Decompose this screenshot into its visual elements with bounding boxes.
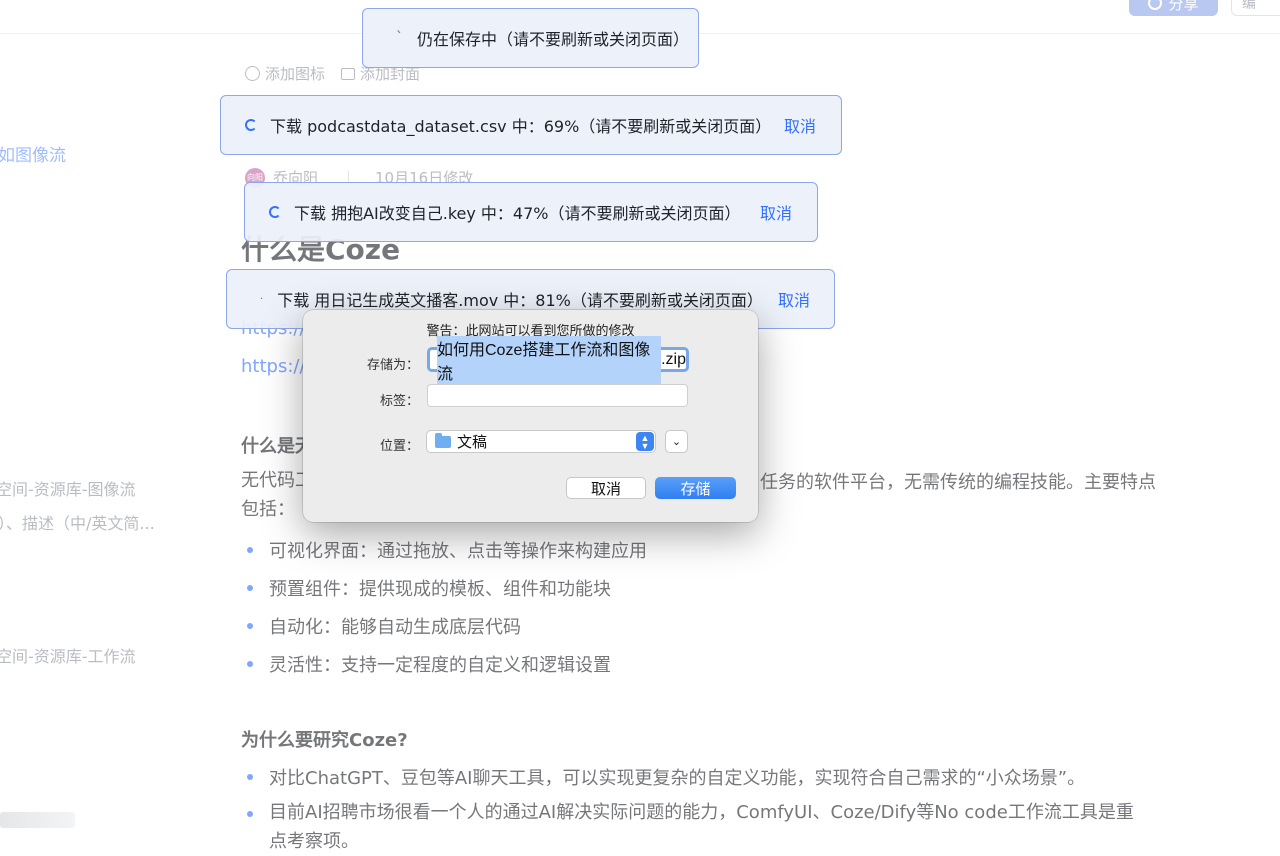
- filename-selected-text: 如何用Coze搭建工作流和图像流: [437, 335, 662, 384]
- location-select[interactable]: 文稿 ▲ ▼: [426, 430, 656, 453]
- globe-icon: [1148, 0, 1163, 10]
- save-dialog: 警告：此网站可以看到您所做的修改 存储为： 如何用Coze搭建工作流和图像流 .z…: [303, 310, 758, 522]
- bullet-dot: [247, 547, 253, 553]
- tags-label: 标签：: [379, 393, 419, 408]
- folder-icon: [435, 432, 451, 448]
- section-heading-why-coze: 为什么要研究Coze?: [241, 730, 408, 751]
- list-item: 对比ChatGPT、豆包等AI聊天工具，可以实现更复杂的自定义功能，实现符合自己…: [245, 764, 1085, 790]
- list-item-text: 灵活性：支持一定程度的自定义和逻辑设置: [269, 655, 611, 676]
- filename-extension: .zip: [661, 350, 686, 368]
- image-icon: [341, 67, 356, 80]
- download-toast: 下载 拥抱AI改变自己.key 中：47%（请不要刷新或关闭页面） 取消: [244, 182, 818, 242]
- list-item: 可视化界面：通过拖放、点击等操作来构建应用: [245, 537, 647, 563]
- add-icon-button[interactable]: 添加图标: [245, 63, 325, 84]
- list-item-text: 目前AI招聘市场很看一个人的通过AI解决实际问题的能力，ComfyUI、Coze…: [269, 802, 1134, 852]
- save-button[interactable]: 存储: [655, 477, 736, 499]
- sidebar-item-image-library[interactable]: 空间-资源库-图像流: [0, 476, 136, 500]
- download-toast-text: 下载 用日记生成英文播客.mov 中：81%（请不要刷新或关闭页面）: [277, 291, 763, 310]
- bullet-dot: [247, 661, 253, 667]
- download-cancel-button[interactable]: 取消: [784, 113, 816, 137]
- download-cancel-button[interactable]: 取消: [760, 200, 792, 224]
- loading-icon: ˋ: [396, 30, 403, 46]
- sidebar-item-description[interactable]: ）、描述（中/英文简...: [0, 510, 155, 534]
- filename-input[interactable]: 如何用Coze搭建工作流和图像流 .zip: [427, 335, 689, 384]
- list-item-text: 可视化界面：通过拖放、点击等操作来构建应用: [269, 541, 647, 562]
- save-as-label: 存储为：: [366, 357, 419, 372]
- share-label: 分享: [1168, 0, 1199, 13]
- saving-toast: ˋ 仍在保存中（请不要刷新或关闭页面）: [362, 8, 699, 68]
- list-item: 灵活性：支持一定程度的自定义和逻辑设置: [245, 651, 611, 677]
- spinner-icon: [245, 119, 257, 131]
- list-item-text: 对比ChatGPT、豆包等AI聊天工具，可以实现更复杂的自定义功能，实现符合自己…: [269, 768, 1086, 789]
- download-toast-text: 下载 拥抱AI改变自己.key 中：47%（请不要刷新或关闭页面）: [294, 204, 741, 223]
- list-item: 目前AI招聘市场很看一个人的通过AI解决实际问题的能力，ComfyUI、Coze…: [245, 798, 1145, 856]
- add-icon-label: 添加图标: [265, 65, 326, 83]
- paragraph-continuation: 任务的软件平台，无需传统的编程技能。主要特点: [760, 472, 1156, 493]
- paragraph-line2: 包括：: [241, 499, 295, 520]
- list-item: 预置组件：提供现成的模板、组件和功能块: [245, 575, 611, 601]
- bullet-dot: [247, 774, 253, 780]
- list-item: 自动化：能够自动生成底层代码: [245, 613, 521, 639]
- chevron-down-icon: ⌄: [671, 436, 682, 448]
- share-button[interactable]: 分享: [1129, 0, 1218, 16]
- bullet-dot: [247, 623, 253, 629]
- download-toast-text: 下载 podcastdata_dataset.csv 中：69%（请不要刷新或关…: [270, 117, 772, 136]
- edit-label: 编: [1242, 0, 1256, 12]
- spinner-icon: [269, 206, 281, 218]
- edit-button[interactable]: 编: [1231, 0, 1280, 16]
- download-cancel-button[interactable]: 取消: [778, 287, 810, 311]
- location-value: 文稿: [457, 434, 488, 451]
- download-toast: 下载 podcastdata_dataset.csv 中：69%（请不要刷新或关…: [220, 95, 842, 155]
- bullet-dot: [247, 811, 253, 817]
- sidebar-blurred-item: [0, 812, 75, 828]
- sidebar-item-workflow-library[interactable]: 空间-资源库-工作流: [0, 643, 136, 667]
- tags-input[interactable]: [427, 384, 688, 407]
- saving-toast-text: 仍在保存中（请不要刷新或关闭页面）: [417, 30, 690, 49]
- smile-icon: [245, 66, 260, 81]
- expand-dialog-button[interactable]: ⌄: [665, 430, 688, 453]
- sidebar-item-image-flow[interactable]: 如图像流: [0, 141, 66, 166]
- list-item-text: 自动化：能够自动生成底层代码: [269, 617, 521, 638]
- location-label: 位置：: [379, 438, 419, 453]
- list-item-text: 预置组件：提供现成的模板、组件和功能块: [269, 579, 611, 600]
- bullet-dot: [247, 585, 253, 591]
- updown-chevron-icon: ▲ ▼: [636, 432, 654, 451]
- cancel-button[interactable]: 取消: [566, 477, 646, 499]
- loading-icon: ·: [260, 293, 264, 305]
